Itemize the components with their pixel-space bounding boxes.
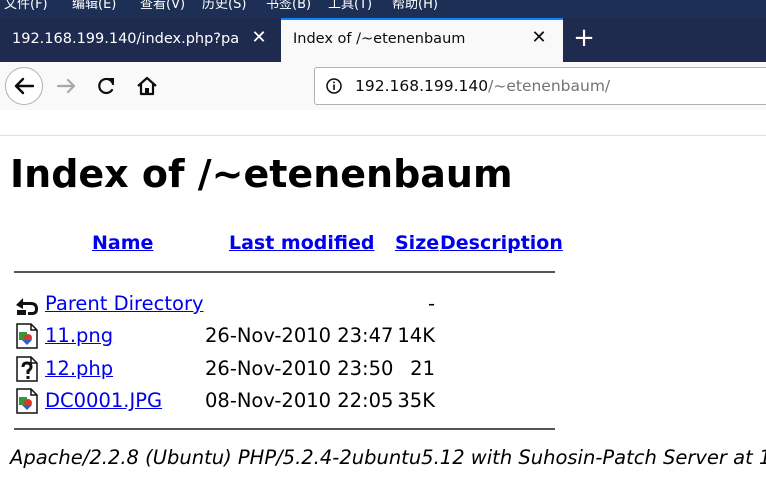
tab-index-of-etenenbaum[interactable]: Index of /~etenenbaum ✕ xyxy=(281,18,563,62)
file-link-12-php[interactable]: 12.php xyxy=(45,357,113,380)
menu-item-history[interactable]: 历史(S) xyxy=(202,0,246,12)
list-item: Parent Directory - xyxy=(0,291,766,323)
server-signature: Apache/2.2.8 (Ubuntu) PHP/5.2.4-2ubuntu5… xyxy=(10,446,766,469)
menu-item-file[interactable]: 文件(F) xyxy=(4,0,48,12)
tab-title: Index of /~etenenbaum xyxy=(293,31,466,47)
url-host: 192.168.199.140 xyxy=(355,77,489,95)
column-header-size[interactable]: Size xyxy=(395,232,439,254)
column-header-last-modified[interactable]: Last modified xyxy=(229,232,374,254)
file-link-11-png[interactable]: 11.png xyxy=(45,324,113,347)
image-file-icon xyxy=(16,388,38,414)
info-icon[interactable] xyxy=(325,77,343,95)
list-item: 11.png 26-Nov-2010 23:47 14K xyxy=(0,323,766,355)
arrow-right-icon xyxy=(56,78,76,94)
page-title: Index of /~etenenbaum xyxy=(10,152,513,196)
file-modified: 26-Nov-2010 23:47 xyxy=(205,324,394,347)
navbar-divider xyxy=(0,135,766,136)
back-button[interactable] xyxy=(5,67,43,105)
home-button[interactable] xyxy=(128,67,166,105)
menu-item-view[interactable]: 查看(V) xyxy=(140,0,185,12)
navigation-bar: 192.168.199.140/~etenenbaum/ xyxy=(0,62,766,110)
menu-bar: 文件(F) 编辑(E) 查看(V) 历史(S) 书签(B) 工具(T) 帮助(H… xyxy=(0,0,766,18)
file-link-parent-directory[interactable]: Parent Directory xyxy=(45,292,204,315)
tab-strip: 192.168.199.140/index.php?page= ✕ Index … xyxy=(0,18,766,62)
tab-index-php[interactable]: 192.168.199.140/index.php?page= ✕ xyxy=(0,18,278,62)
tab-title: 192.168.199.140/index.php?page= xyxy=(12,31,240,47)
forward-button[interactable] xyxy=(48,67,86,105)
file-size: - xyxy=(427,292,435,315)
file-size: 14K xyxy=(397,324,435,347)
list-item: 12.php 26-Nov-2010 23:50 21 xyxy=(0,356,766,388)
list-item: DC0001.JPG 08-Nov-2010 22:05 35K xyxy=(0,388,766,420)
arrow-left-icon xyxy=(14,77,35,95)
url-path: /~etenenbaum/ xyxy=(488,77,611,95)
menu-item-help[interactable]: 帮助(H) xyxy=(392,0,438,12)
url-bar[interactable]: 192.168.199.140/~etenenbaum/ xyxy=(314,67,766,105)
column-header-name[interactable]: Name xyxy=(92,232,153,254)
new-tab-button[interactable]: + xyxy=(572,25,596,51)
file-modified: 08-Nov-2010 22:05 xyxy=(205,389,394,412)
menu-item-edit[interactable]: 编辑(E) xyxy=(72,0,116,12)
horizontal-rule xyxy=(14,271,555,273)
url-text[interactable]: 192.168.199.140/~etenenbaum/ xyxy=(355,77,610,95)
home-icon xyxy=(137,76,157,96)
close-icon[interactable]: ✕ xyxy=(530,29,548,47)
reload-icon xyxy=(98,77,115,95)
reload-button[interactable] xyxy=(88,67,126,105)
unknown-file-icon xyxy=(16,356,38,382)
back-icon xyxy=(16,298,38,315)
file-modified: 26-Nov-2010 23:50 xyxy=(205,357,394,380)
file-size: 35K xyxy=(397,389,435,412)
file-link-dc0001-jpg[interactable]: DC0001.JPG xyxy=(45,389,162,412)
horizontal-rule xyxy=(14,428,555,430)
column-header-description[interactable]: Description xyxy=(440,232,563,254)
close-icon[interactable]: ✕ xyxy=(250,29,268,47)
menu-item-bookmarks[interactable]: 书签(B) xyxy=(266,0,311,12)
menu-item-tools[interactable]: 工具(T) xyxy=(328,0,372,12)
image-file-icon xyxy=(16,323,38,349)
file-size: 21 xyxy=(410,357,435,380)
